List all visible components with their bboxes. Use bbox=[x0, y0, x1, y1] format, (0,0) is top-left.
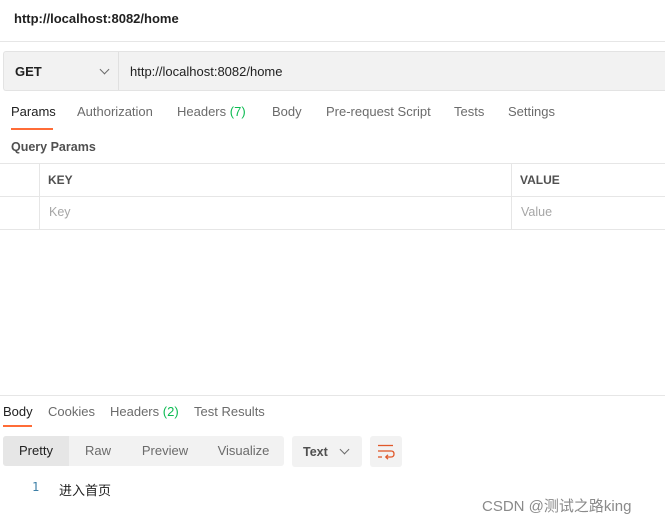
url-value: http://localhost:8082/home bbox=[130, 64, 283, 79]
tab-pre-request-script[interactable]: Pre-request Script bbox=[326, 104, 431, 119]
query-params-table: KEY VALUE Key Value bbox=[0, 163, 665, 230]
view-mode-group: Pretty Raw Preview Visualize bbox=[3, 436, 284, 466]
tab-headers[interactable]: Headers (7) bbox=[177, 104, 246, 119]
column-divider bbox=[39, 164, 40, 230]
tab-authorization[interactable]: Authorization bbox=[77, 104, 153, 119]
request-tabs: Params Authorization Headers (7) Body Pr… bbox=[0, 104, 665, 132]
value-input[interactable]: Value bbox=[521, 205, 552, 219]
tab-body[interactable]: Body bbox=[272, 104, 302, 119]
response-tabs: Body Cookies Headers (2) Test Results bbox=[0, 404, 665, 428]
tab-params[interactable]: Params bbox=[11, 104, 56, 119]
tab-settings[interactable]: Settings bbox=[508, 104, 555, 119]
view-visualize-button[interactable]: Visualize bbox=[203, 436, 284, 466]
query-params-label: Query Params bbox=[11, 140, 96, 154]
response-tab-test-results[interactable]: Test Results bbox=[194, 404, 265, 419]
key-input[interactable]: Key bbox=[49, 205, 71, 219]
response-tab-cookies[interactable]: Cookies bbox=[48, 404, 95, 419]
url-input[interactable]: http://localhost:8082/home bbox=[119, 52, 665, 90]
wrap-lines-icon bbox=[378, 444, 395, 460]
view-preview-button[interactable]: Preview bbox=[127, 436, 203, 466]
tab-tests[interactable]: Tests bbox=[454, 104, 484, 119]
format-select[interactable]: Text bbox=[292, 436, 362, 467]
response-text: 进入首页 bbox=[59, 483, 112, 498]
url-bar: GET http://localhost:8082/home bbox=[3, 51, 665, 91]
response-tab-body[interactable]: Body bbox=[3, 404, 33, 419]
method-label: GET bbox=[15, 64, 42, 79]
column-header-value: VALUE bbox=[520, 173, 560, 187]
view-raw-button[interactable]: Raw bbox=[69, 436, 127, 466]
view-pretty-button[interactable]: Pretty bbox=[3, 436, 69, 466]
active-tab-indicator bbox=[11, 128, 53, 130]
method-select[interactable]: GET bbox=[4, 52, 119, 90]
request-title-bar: http://localhost:8082/home bbox=[0, 0, 665, 42]
chevron-down-icon bbox=[99, 64, 110, 75]
response-tab-headers[interactable]: Headers (2) bbox=[110, 404, 179, 419]
column-header-key: KEY bbox=[48, 173, 73, 187]
response-divider bbox=[0, 395, 665, 396]
column-divider bbox=[511, 164, 512, 230]
format-selected: Text bbox=[303, 445, 328, 459]
line-number: 1 bbox=[32, 480, 40, 494]
row-divider bbox=[0, 196, 665, 197]
active-response-tab-indicator bbox=[3, 425, 32, 427]
response-headers-count: (2) bbox=[162, 404, 179, 419]
watermark: CSDN @测试之路king bbox=[482, 498, 632, 515]
request-title: http://localhost:8082/home bbox=[14, 11, 179, 26]
wrap-lines-button[interactable] bbox=[370, 436, 402, 467]
chevron-down-icon bbox=[339, 444, 350, 455]
headers-count: (7) bbox=[229, 104, 246, 119]
